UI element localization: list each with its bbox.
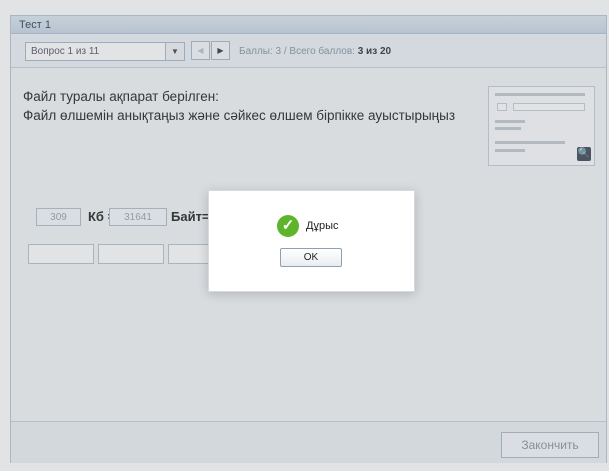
- ok-button[interactable]: OK: [280, 248, 342, 267]
- result-dialog: ✓ Дұрыс OK: [208, 190, 415, 292]
- result-message: Дұрыс: [306, 220, 339, 232]
- check-circle-icon: ✓: [277, 215, 299, 237]
